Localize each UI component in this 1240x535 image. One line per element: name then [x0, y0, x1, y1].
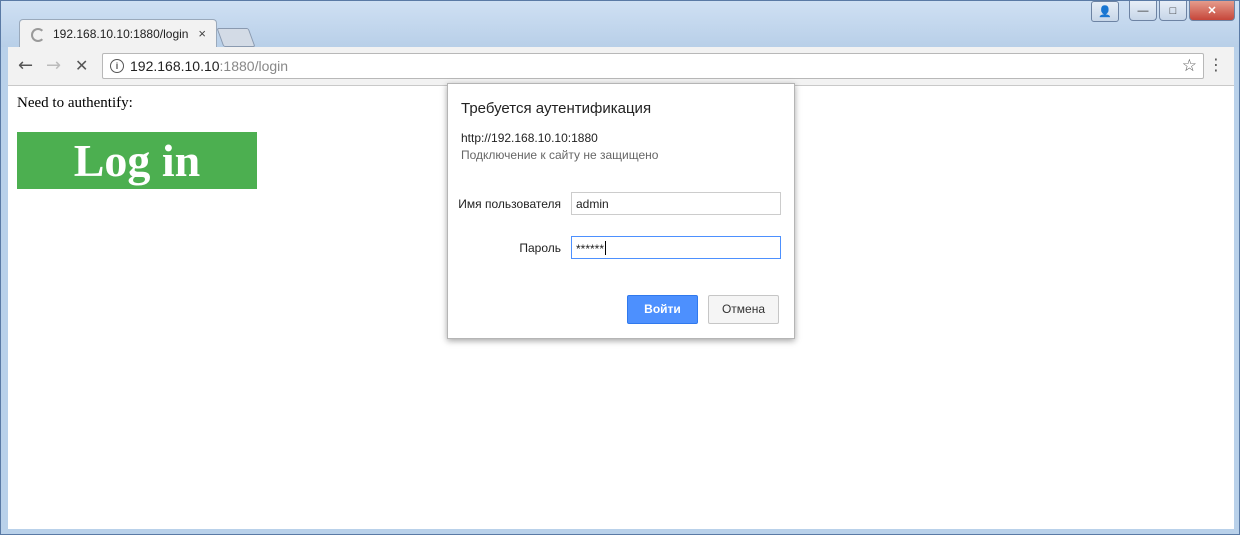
username-label: Имя пользователя	[458, 197, 561, 211]
close-window-button[interactable]: ✕	[1189, 1, 1235, 21]
url-host: 192.168.10.10	[130, 58, 220, 74]
loading-spinner-icon	[31, 28, 45, 42]
dialog-title: Требуется аутентификация	[461, 100, 652, 117]
login-submit-button[interactable]: Войти	[627, 295, 698, 324]
address-bar[interactable]: i 192.168.10.10:1880/login ☆	[102, 53, 1204, 79]
minimize-button[interactable]: —	[1129, 1, 1157, 21]
password-label: Пароль	[519, 241, 561, 255]
browser-window: 192.168.10.10:1880/login × 👤 — □ ✕ ← → ✕…	[0, 0, 1240, 535]
tab-login[interactable]: 192.168.10.10:1880/login ×	[19, 19, 217, 49]
dialog-url: http://192.168.10.10:1880	[461, 131, 598, 145]
url-text[interactable]: 192.168.10.10:1880/login	[130, 58, 288, 74]
login-button[interactable]: Log in	[17, 132, 257, 189]
window-controls: 👤 — □ ✕	[1091, 1, 1235, 22]
back-arrow-icon[interactable]: ←	[18, 57, 33, 75]
text-caret	[605, 241, 607, 255]
new-tab-button[interactable]	[216, 28, 256, 47]
stop-loading-icon[interactable]: ✕	[75, 57, 88, 75]
auth-prompt-text: Need to authentify:	[17, 95, 133, 111]
browser-toolbar: ← → ✕ i 192.168.10.10:1880/login ☆ ⋮	[8, 47, 1234, 86]
bookmark-star-icon[interactable]: ☆	[1182, 56, 1197, 76]
username-field[interactable]: admin	[571, 192, 781, 215]
tab-close-icon[interactable]: ×	[198, 26, 206, 41]
user-profile-icon[interactable]: 👤	[1091, 1, 1119, 22]
cancel-button[interactable]: Отмена	[708, 295, 779, 324]
browser-menu-icon[interactable]: ⋮	[1208, 57, 1224, 73]
maximize-button[interactable]: □	[1159, 1, 1187, 21]
auth-dialog: Требуется аутентификация http://192.168.…	[447, 83, 795, 339]
site-info-icon[interactable]: i	[110, 59, 124, 73]
title-bar: 192.168.10.10:1880/login × 👤 — □ ✕	[1, 1, 1239, 49]
password-value: ******	[576, 242, 605, 256]
tab-title: 192.168.10.10:1880/login	[53, 27, 189, 41]
forward-arrow-icon[interactable]: →	[46, 57, 61, 75]
dialog-warning: Подключение к сайту не защищено	[461, 148, 659, 162]
password-field[interactable]: ******	[571, 236, 781, 259]
url-path: :1880/login	[219, 58, 289, 74]
